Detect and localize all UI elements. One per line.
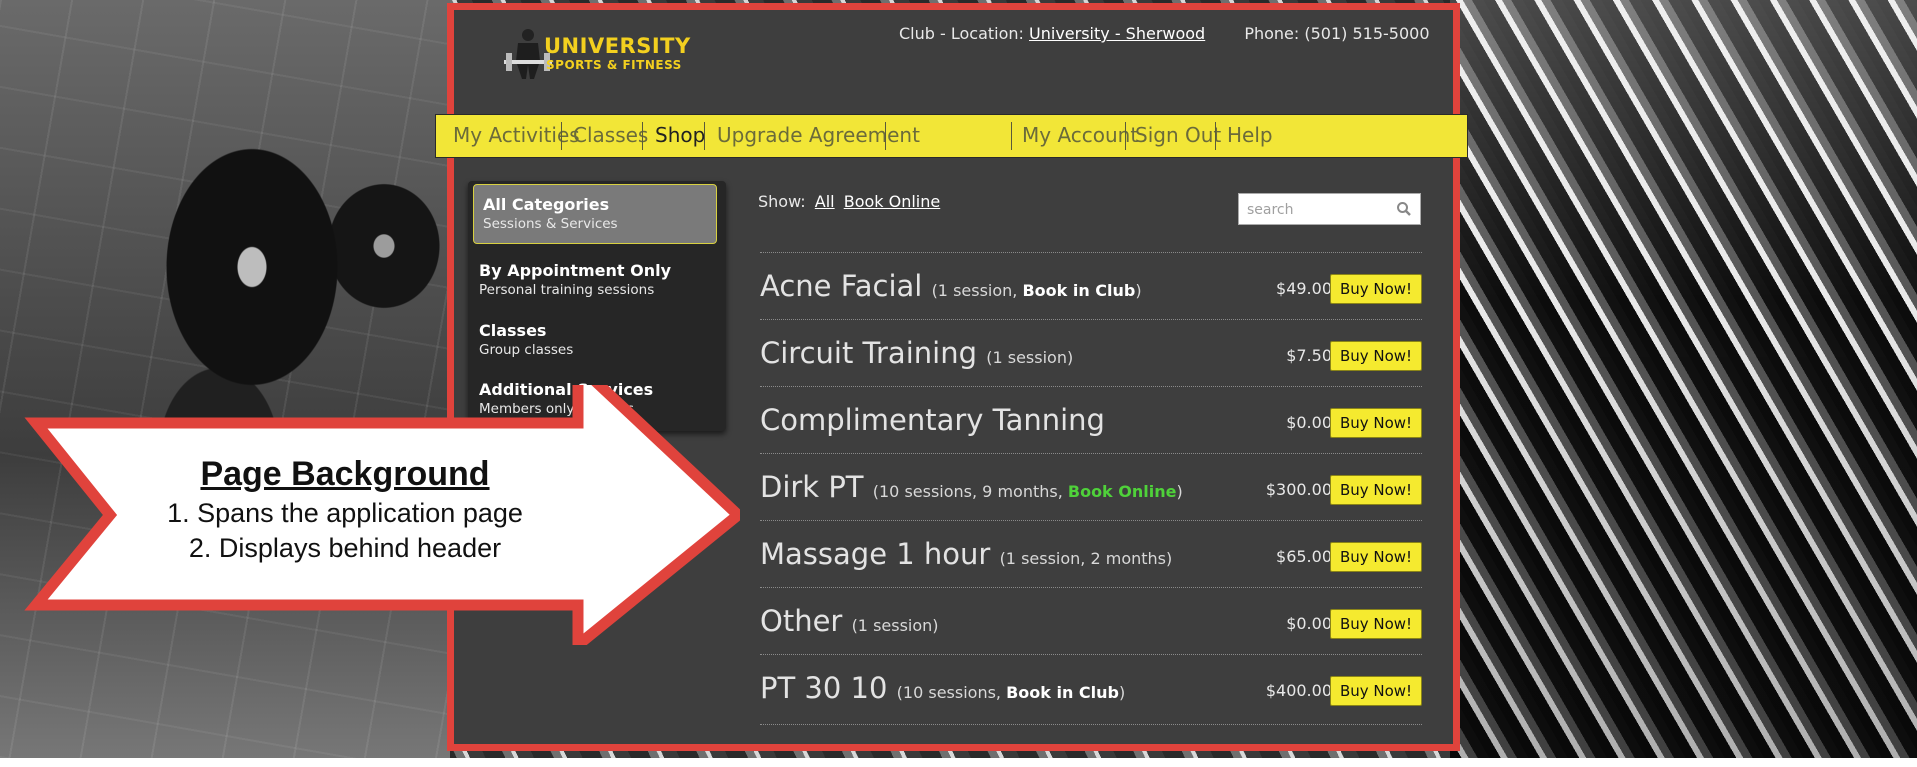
buy-now-button[interactable]: Buy Now! (1330, 341, 1422, 371)
search-input[interactable] (1245, 195, 1389, 225)
buy-now-button[interactable]: Buy Now! (1330, 676, 1422, 706)
product-price: $300.00 (1265, 480, 1332, 499)
nav-divider (885, 122, 886, 150)
category-title: All Categories (483, 195, 610, 214)
buy-now-button[interactable]: Buy Now! (1330, 274, 1422, 304)
logo-line1: UNIVERSITY (544, 34, 691, 58)
nav-upgrade-agreement[interactable]: Upgrade Agreement (717, 123, 920, 147)
detail-suffix: ) (1135, 281, 1142, 300)
product-price: $7.50 (1286, 346, 1332, 365)
category-by-appointment[interactable]: By Appointment Only Personal training se… (479, 261, 737, 298)
show-filter-label: Show: (758, 192, 806, 211)
product-detail: (10 sessions, 9 months, Book Online) (873, 482, 1183, 501)
callout-heading: Page Background (200, 455, 490, 493)
annotation-callout: Page Background 1. Spans the application… (0, 352, 747, 657)
product-name: Acne Facial (760, 269, 923, 303)
category-classes[interactable]: Classes Group classes (479, 321, 737, 358)
club-location-link[interactable]: University - Sherwood (1029, 24, 1205, 43)
nav-shop[interactable]: Shop (655, 123, 705, 147)
search-icon[interactable] (1396, 201, 1412, 217)
main-nav-bar: My Activities Classes Shop Upgrade Agree… (435, 114, 1468, 158)
product-price: $65.00 (1276, 547, 1332, 566)
club-location-label: Club - Location: (899, 24, 1024, 43)
nav-divider (1011, 122, 1012, 150)
category-subtitle: Personal training sessions (479, 282, 655, 298)
product-price: $0.00 (1286, 413, 1332, 432)
category-title: Classes (479, 321, 547, 340)
product-detail: (1 session, 2 months) (999, 549, 1173, 568)
detail-prefix: (10 sessions, 9 months, (872, 482, 1068, 501)
product-row: Other (1 session) $0.00 Buy Now! (760, 587, 1422, 655)
nav-divider (704, 122, 705, 150)
product-price: $49.00 (1276, 279, 1332, 298)
product-name-wrap: Massage 1 hour (1 session, 2 months) (760, 537, 1172, 571)
product-detail: (1 session) (851, 616, 939, 635)
product-name: Dirk PT (760, 470, 864, 504)
detail-prefix: (1 session, (931, 281, 1023, 300)
product-name-wrap: Other (1 session) (760, 604, 939, 638)
nav-divider (1215, 122, 1216, 150)
category-title: By Appointment Only (479, 261, 672, 280)
product-name: Massage 1 hour (760, 537, 991, 571)
search-box (1238, 193, 1421, 225)
product-row: Complimentary Tanning $0.00 Buy Now! (760, 386, 1422, 454)
nav-divider (561, 122, 562, 150)
product-row: PT 30 10 (10 sessions, Book in Club) $40… (760, 654, 1422, 722)
detail-bold: Book in Club (1022, 281, 1136, 300)
background-shade (1450, 0, 1917, 758)
product-price: $400.00 (1265, 681, 1332, 700)
show-filter: Show: All Book Online (758, 192, 940, 211)
product-name: PT 30 10 (760, 671, 888, 705)
nav-divider (642, 122, 643, 150)
product-row: Acne Facial (1 session, Book in Club) $4… (760, 252, 1422, 320)
nav-help[interactable]: Help (1227, 123, 1273, 147)
product-row: Circuit Training (1 session) $7.50 Buy N… (760, 319, 1422, 387)
callout-line1: 1. Spans the application page (167, 498, 523, 528)
product-price: $0.00 (1286, 614, 1332, 633)
detail-suffix: ) (1119, 683, 1126, 702)
product-row: Massage 1 hour (1 session, 2 months) $65… (760, 520, 1422, 588)
buy-now-button[interactable]: Buy Now! (1330, 408, 1422, 438)
buy-now-button[interactable]: Buy Now! (1330, 542, 1422, 572)
header-info: Club - Location: University - Sherwood P… (899, 24, 1430, 43)
product-name-wrap: Acne Facial (1 session, Book in Club) (760, 269, 1142, 303)
product-row: Dirk PT (10 sessions, 9 months, Book Onl… (760, 453, 1422, 521)
product-name: Complimentary Tanning (760, 403, 1105, 437)
detail-suffix: ) (1176, 482, 1183, 501)
product-name-wrap: PT 30 10 (10 sessions, Book in Club) (760, 671, 1125, 705)
buy-now-button[interactable]: Buy Now! (1330, 475, 1422, 505)
product-name: Circuit Training (760, 336, 977, 370)
product-detail: (1 session) (986, 348, 1074, 367)
club-phone: Phone: (501) 515-5000 (1244, 24, 1430, 43)
detail-bold: Book in Club (1006, 683, 1119, 702)
filter-all-link[interactable]: All (815, 192, 835, 211)
product-name-wrap: Complimentary Tanning (760, 403, 1105, 437)
callout-line2: 2. Displays behind header (188, 533, 502, 563)
filter-book-online-link[interactable]: Book Online (844, 192, 941, 211)
list-end-divider (760, 724, 1422, 725)
product-detail: (1 session, Book in Club) (932, 281, 1142, 300)
nav-my-account[interactable]: My Account (1022, 123, 1138, 147)
nav-classes[interactable]: Classes (573, 123, 648, 147)
product-name-wrap: Dirk PT (10 sessions, 9 months, Book Onl… (760, 470, 1183, 504)
product-name-wrap: Circuit Training (1 session) (760, 336, 1073, 370)
category-subtitle: Group classes (479, 342, 574, 358)
detail-prefix: (10 sessions, (896, 683, 1007, 702)
club-logo[interactable]: UNIVERSITY SPORTS & FITNESS (499, 22, 691, 82)
category-all[interactable]: All Categories Sessions & Services (473, 184, 717, 244)
product-detail: (10 sessions, Book in Club) (897, 683, 1126, 702)
buy-now-button[interactable]: Buy Now! (1330, 609, 1422, 639)
category-subtitle: Sessions & Services (483, 216, 618, 232)
logo-line2: SPORTS & FITNESS (546, 58, 682, 72)
nav-divider (1125, 122, 1126, 150)
book-online-badge: Book Online (1067, 482, 1177, 501)
nav-sign-out[interactable]: Sign Out (1135, 123, 1221, 147)
product-name: Other (760, 604, 843, 638)
